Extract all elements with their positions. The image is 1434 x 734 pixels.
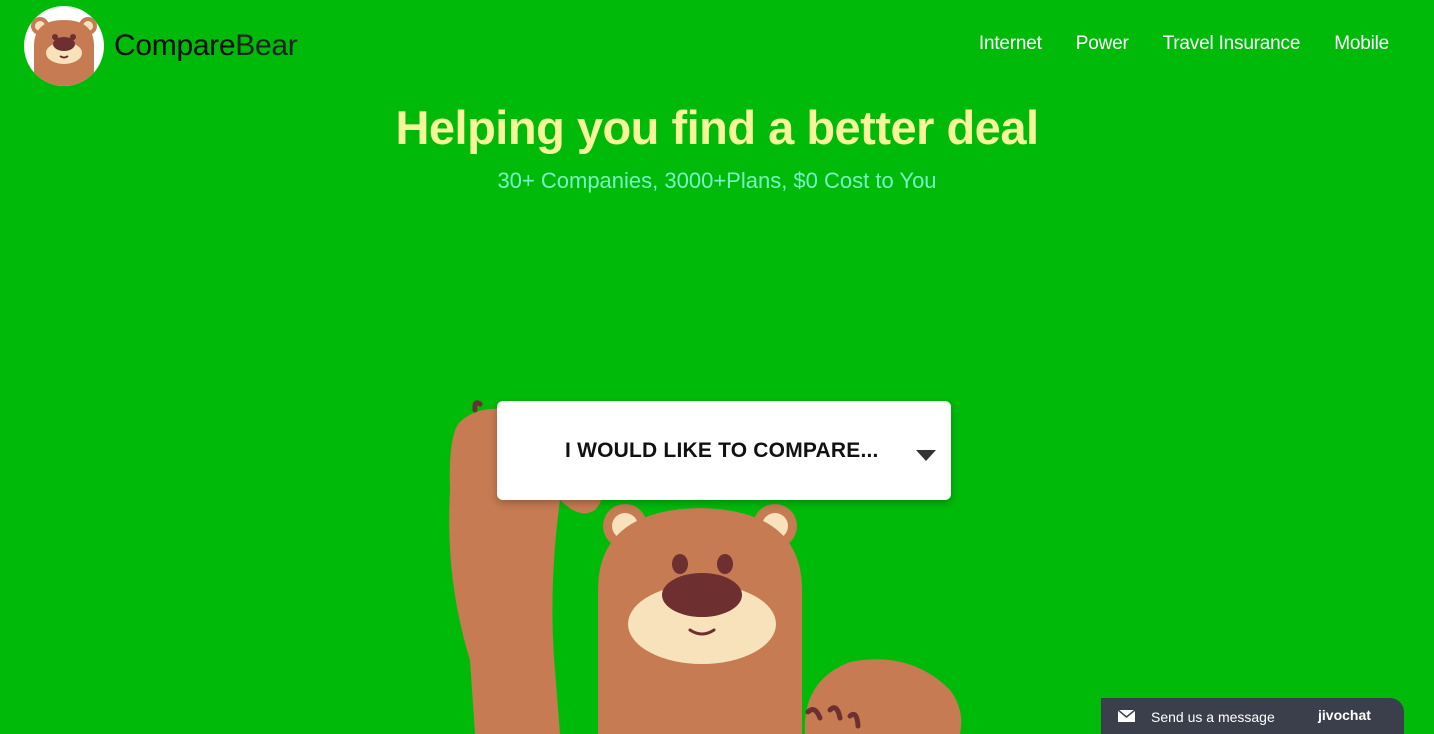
envelope-icon <box>1118 710 1135 722</box>
chat-brand-logo: jivochat <box>1318 707 1371 723</box>
chevron-down-icon <box>916 450 936 461</box>
compare-dropdown[interactable]: I WOULD LIKE TO COMPARE... <box>497 401 951 500</box>
nav-item-power[interactable]: Power <box>1076 33 1129 55</box>
hero-title: Helping you find a better deal <box>395 101 1039 154</box>
hero-subtitle: 30+ Companies, 3000+Plans, $0 Cost to Yo… <box>497 168 937 193</box>
brand-name-part2: Bear <box>235 29 298 62</box>
compare-dropdown-label: I WOULD LIKE TO COMPARE... <box>565 439 879 462</box>
chat-widget-label: Send us a message <box>1151 709 1275 725</box>
brand-name: CompareBear <box>114 29 298 63</box>
chat-widget[interactable]: Send us a message jivochat <box>1101 698 1404 734</box>
main-nav: Internet Power Travel Insurance Mobile <box>979 33 1389 55</box>
nav-item-mobile[interactable]: Mobile <box>1334 33 1389 55</box>
brand-name-part1: Compare <box>114 29 236 62</box>
nav-item-travel-insurance[interactable]: Travel Insurance <box>1163 33 1301 55</box>
nav-item-internet[interactable]: Internet <box>979 33 1042 55</box>
logo[interactable]: CompareBear <box>24 6 298 86</box>
bear-logo-icon <box>24 6 104 86</box>
